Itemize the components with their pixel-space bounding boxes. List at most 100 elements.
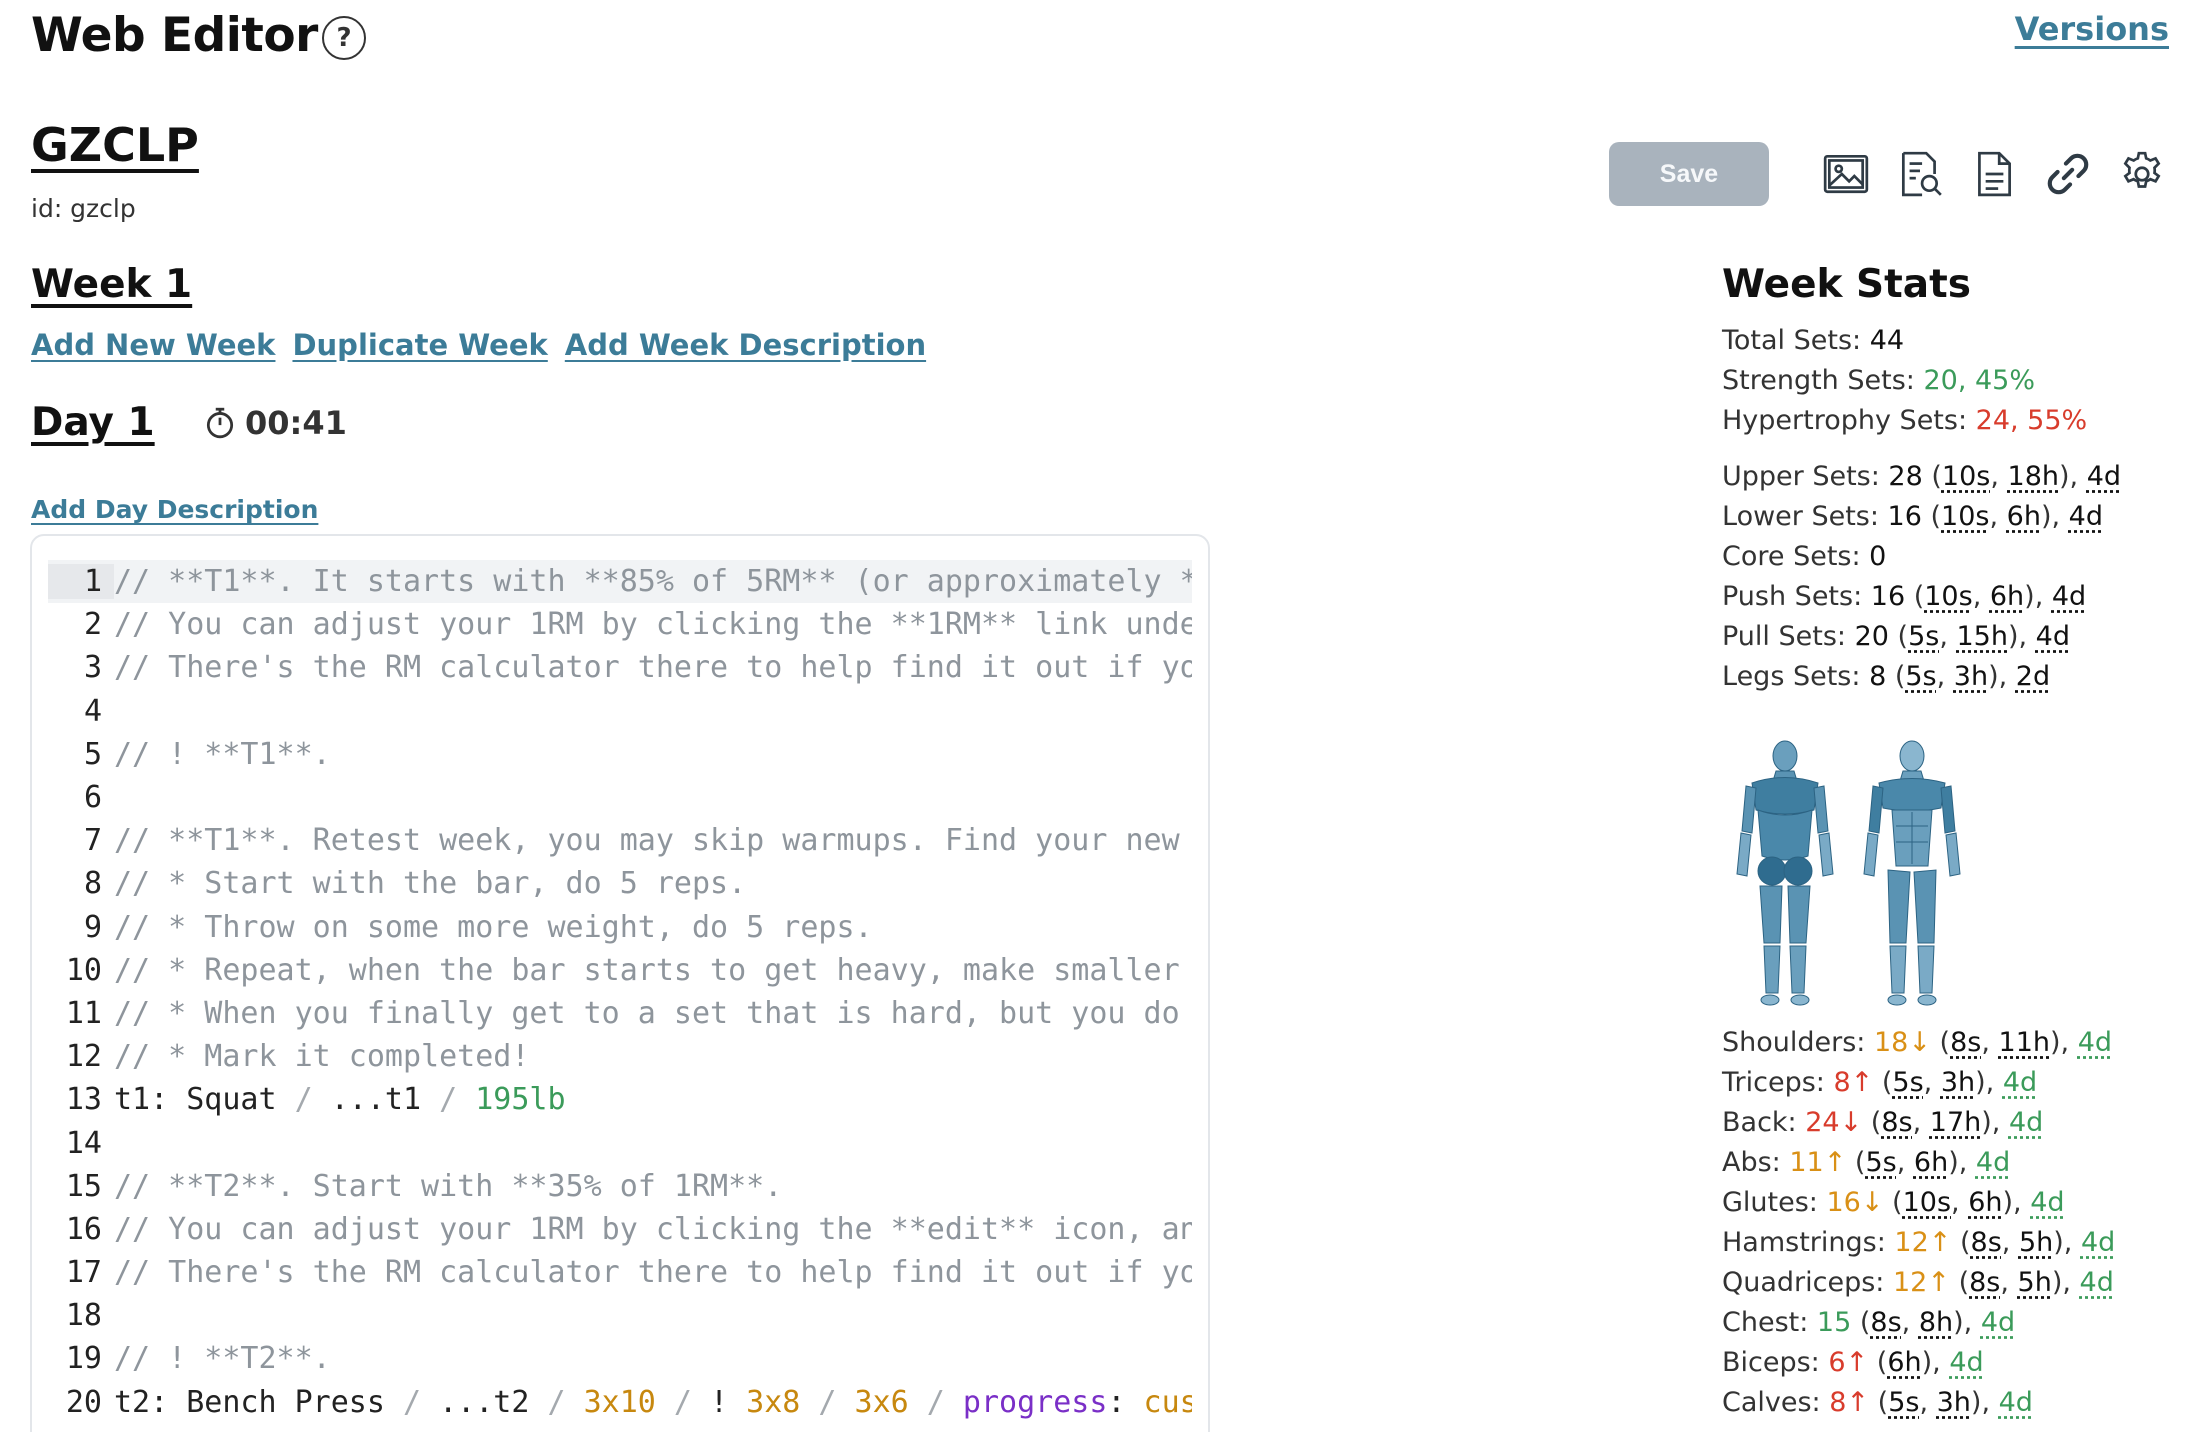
add-day-description-link[interactable]: Add Day Description bbox=[31, 495, 318, 524]
frequency-days[interactable]: 4d bbox=[2003, 1067, 2037, 1098]
strength-sets[interactable]: 5s bbox=[1888, 1387, 1919, 1418]
hypertrophy-sets[interactable]: 3h bbox=[1954, 661, 1988, 692]
line-text[interactable]: // ! **T1**. bbox=[114, 737, 1192, 772]
line-text[interactable]: // **T1**. It starts with **85% of 5RM**… bbox=[114, 564, 1192, 599]
day-title[interactable]: Day 1 bbox=[31, 400, 155, 445]
line-text[interactable]: // * Throw on some more weight, do 5 rep… bbox=[114, 910, 1192, 945]
strength-sets[interactable]: 8s bbox=[1950, 1027, 1981, 1058]
hypertrophy-sets[interactable]: 6h bbox=[1990, 581, 2024, 612]
strength-sets[interactable]: 10s bbox=[1924, 581, 1972, 612]
code-line[interactable]: 17 // There's the RM calculator there to … bbox=[48, 1251, 1192, 1294]
line-text[interactable]: // * Start with the bar, do 5 reps. bbox=[114, 866, 1192, 901]
code-line[interactable]: 12 // * Mark it completed! bbox=[48, 1035, 1192, 1078]
line-text[interactable]: // **T2**. Start with **35% of 1RM**. bbox=[114, 1169, 1192, 1204]
line-text[interactable]: // You can adjust your 1RM by clicking t… bbox=[114, 1212, 1192, 1247]
hypertrophy-sets[interactable]: 6h bbox=[1887, 1347, 1921, 1378]
code-line[interactable]: 14 bbox=[48, 1121, 1192, 1164]
strength-sets[interactable]: 5s bbox=[1908, 621, 1939, 652]
code-line[interactable]: 15 // **T2**. Start with **35% of 1RM**. bbox=[48, 1165, 1192, 1208]
hypertrophy-sets[interactable]: 6h bbox=[2007, 501, 2041, 532]
frequency-days[interactable]: 2d bbox=[2016, 661, 2050, 692]
program-title[interactable]: GZCLP bbox=[31, 118, 199, 172]
code-line[interactable]: 1// **T1**. It starts with **85% of 5RM*… bbox=[48, 560, 1192, 604]
question-circle-icon[interactable]: ? bbox=[322, 16, 366, 60]
document-icon[interactable] bbox=[1967, 147, 2021, 201]
hypertrophy-sets[interactable]: 6h bbox=[1968, 1187, 2002, 1218]
hypertrophy-sets[interactable]: 11h bbox=[1999, 1027, 2050, 1058]
frequency-days[interactable]: 4d bbox=[2009, 1107, 2043, 1138]
code-line[interactable]: 3 // There's the RM calculator there to h… bbox=[48, 646, 1192, 689]
strength-sets[interactable]: 8s bbox=[1971, 1227, 2002, 1258]
frequency-days[interactable]: 4d bbox=[2087, 461, 2121, 492]
code-line[interactable]: 11 // * When you finally get to a set tha… bbox=[48, 992, 1192, 1035]
week-title[interactable]: Week 1 bbox=[31, 262, 192, 307]
frequency-days[interactable]: 4d bbox=[2030, 1187, 2064, 1218]
line-text[interactable]: // There's the RM calculator there to he… bbox=[114, 1255, 1192, 1290]
muscle-stats-list: Shoulders: 18↓ (8s, 11h), 4d Triceps: 8↑ … bbox=[1722, 1023, 2182, 1423]
line-text[interactable]: // * When you finally get to a set that … bbox=[114, 996, 1192, 1031]
line-text[interactable]: // You can adjust your 1RM by clicking t… bbox=[114, 607, 1192, 642]
strength-sets[interactable]: 8s bbox=[1881, 1107, 1912, 1138]
duplicate-week-link[interactable]: Duplicate Week bbox=[292, 328, 547, 362]
add-new-week-link[interactable]: Add New Week bbox=[31, 328, 275, 362]
line-text[interactable]: // * Repeat, when the bar starts to get … bbox=[114, 953, 1192, 988]
strength-sets[interactable]: 8s bbox=[1969, 1267, 2000, 1298]
hypertrophy-sets[interactable]: 6h bbox=[1914, 1147, 1948, 1178]
gear-icon[interactable] bbox=[2115, 147, 2169, 201]
strength-sets[interactable]: 10s bbox=[1903, 1187, 1951, 1218]
frequency-days[interactable]: 4d bbox=[2080, 1267, 2114, 1298]
code-line[interactable]: 8 // * Start with the bar, do 5 reps. bbox=[48, 862, 1192, 905]
link-icon[interactable] bbox=[2041, 147, 2095, 201]
frequency-days[interactable]: 4d bbox=[2036, 621, 2070, 652]
code-line[interactable]: 20 t2: Bench Press / ...t2 / 3x10 / ! 3x8… bbox=[48, 1381, 1192, 1424]
strength-sets[interactable]: 5s bbox=[1865, 1147, 1896, 1178]
line-text[interactable]: t1: Squat / ...t1 / 195lb bbox=[114, 1082, 1192, 1117]
frequency-days[interactable]: 4d bbox=[1981, 1307, 2015, 1338]
image-icon[interactable] bbox=[1819, 147, 1873, 201]
line-text[interactable]: // * Mark it completed! bbox=[114, 1039, 1192, 1074]
strength-sets[interactable]: 8s bbox=[1870, 1307, 1901, 1338]
code-line[interactable]: 5 // ! **T1**. bbox=[48, 733, 1192, 776]
code-line[interactable]: 7 // **T1**. Retest week, you may skip wa… bbox=[48, 819, 1192, 862]
strength-sets[interactable]: 5s bbox=[1905, 661, 1936, 692]
code-line[interactable]: 4 bbox=[48, 690, 1192, 733]
frequency-days[interactable]: 4d bbox=[1976, 1147, 2010, 1178]
frequency-days[interactable]: 4d bbox=[1949, 1347, 1983, 1378]
hypertrophy-sets[interactable]: 3h bbox=[1937, 1387, 1971, 1418]
line-text[interactable]: // **T1**. Retest week, you may skip war… bbox=[114, 823, 1192, 858]
strength-sets[interactable]: 10s bbox=[1942, 461, 1990, 492]
code-line[interactable]: 19 // ! **T2**. bbox=[48, 1337, 1192, 1380]
code-line[interactable]: 10 // * Repeat, when the bar starts to ge… bbox=[48, 949, 1192, 992]
save-button[interactable]: Save bbox=[1609, 142, 1769, 206]
hypertrophy-sets[interactable]: 5h bbox=[2019, 1227, 2053, 1258]
hypertrophy-sets[interactable]: 17h bbox=[1930, 1107, 1981, 1138]
program-id: id: gzclp bbox=[31, 194, 136, 223]
frequency-days[interactable]: 4d bbox=[2078, 1027, 2112, 1058]
code-line[interactable]: 16 // You can adjust your 1RM by clicking… bbox=[48, 1208, 1192, 1251]
strength-sets[interactable]: 5s bbox=[1892, 1067, 1923, 1098]
hypertrophy-sets[interactable]: 18h bbox=[2008, 461, 2059, 492]
code-line[interactable]: 13 t1: Squat / ...t1 / 195lb bbox=[48, 1078, 1192, 1121]
strength-sets[interactable]: 10s bbox=[1941, 501, 1989, 532]
line-text[interactable]: t2: Bench Press / ...t2 / 3x10 / ! 3x8 /… bbox=[114, 1385, 1192, 1420]
frequency-days[interactable]: 4d bbox=[2052, 581, 2086, 612]
week-stats-title: Week Stats bbox=[1722, 262, 1971, 307]
hypertrophy-sets[interactable]: 3h bbox=[1941, 1067, 1975, 1098]
frequency-days[interactable]: 4d bbox=[1999, 1387, 2033, 1418]
code-line[interactable]: 2 // You can adjust your 1RM by clicking … bbox=[48, 603, 1192, 646]
frequency-days[interactable]: 4d bbox=[2069, 501, 2103, 532]
code-line[interactable]: 6 bbox=[48, 776, 1192, 819]
editor-lines[interactable]: 1// **T1**. It starts with **85% of 5RM*… bbox=[48, 560, 1192, 1424]
line-text[interactable]: // ! **T2**. bbox=[114, 1341, 1192, 1376]
versions-link[interactable]: Versions bbox=[2015, 10, 2169, 48]
add-week-description-link[interactable]: Add Week Description bbox=[565, 328, 926, 362]
hypertrophy-sets[interactable]: 5h bbox=[2018, 1267, 2052, 1298]
search-document-icon[interactable] bbox=[1893, 147, 1947, 201]
code-line[interactable]: 18 bbox=[48, 1294, 1192, 1337]
line-text[interactable]: // There's the RM calculator there to he… bbox=[114, 650, 1192, 685]
hypertrophy-sets[interactable]: 15h bbox=[1957, 621, 2008, 652]
frequency-days[interactable]: 4d bbox=[2081, 1227, 2115, 1258]
code-line[interactable]: 9 // * Throw on some more weight, do 5 re… bbox=[48, 906, 1192, 949]
hypertrophy-sets[interactable]: 8h bbox=[1919, 1307, 1953, 1338]
program-code-editor[interactable]: 1// **T1**. It starts with **85% of 5RM*… bbox=[30, 534, 1210, 1432]
